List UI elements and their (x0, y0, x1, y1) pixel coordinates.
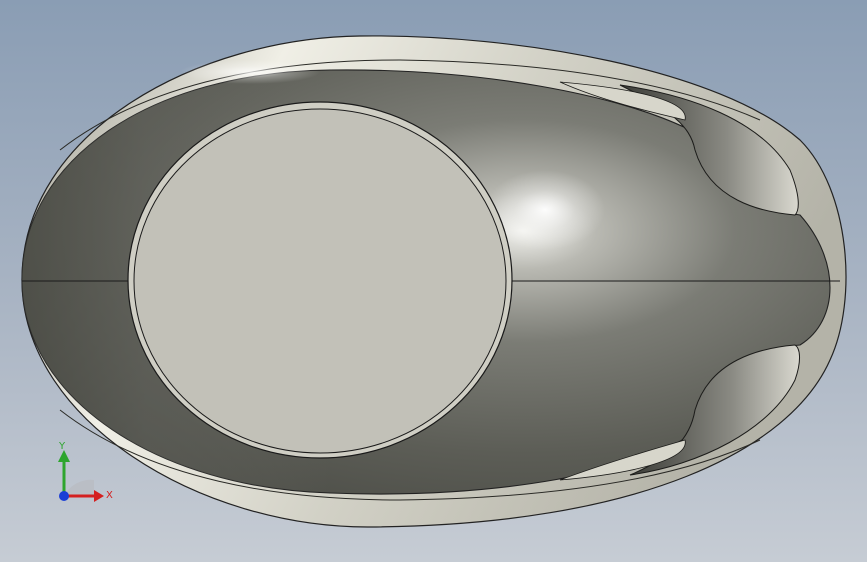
x-axis-label: X (106, 490, 113, 501)
axis-triad: Y X (58, 441, 113, 502)
z-axis-dot (59, 491, 69, 501)
end-face[interactable] (133, 108, 507, 454)
rim-highlight (180, 60, 320, 84)
x-axis-arrow (94, 490, 104, 502)
model-canvas[interactable] (0, 0, 867, 562)
y-axis-label: Y (58, 441, 66, 452)
graphics-viewport[interactable]: Y X (0, 0, 867, 562)
triad-rotation-arc (64, 479, 94, 496)
